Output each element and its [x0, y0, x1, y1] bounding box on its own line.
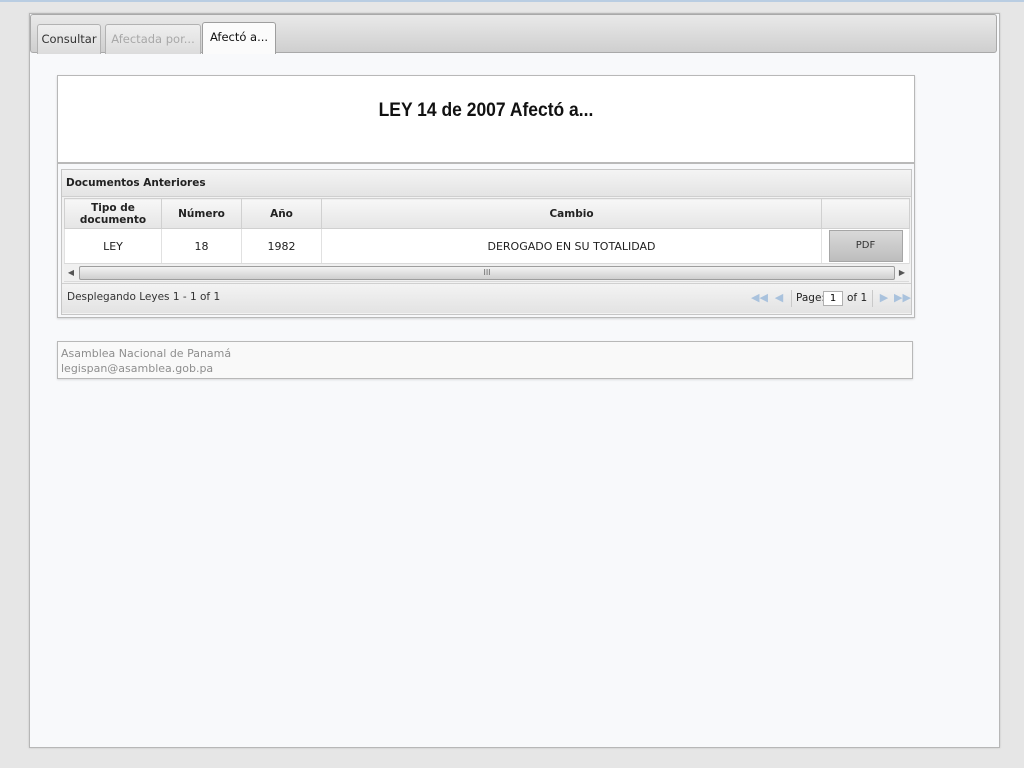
page-label: Page: [796, 292, 825, 304]
pdf-button[interactable]: PDF [828, 230, 903, 262]
scroll-left-arrow-icon[interactable]: ◀ [64, 264, 78, 281]
results-panel: LEY 14 de 2007 Afectó a... Documentos An… [57, 75, 915, 318]
first-page-icon[interactable]: ◀◀ [751, 290, 768, 306]
footer-organization: Asamblea Nacional de Panamá [61, 347, 232, 360]
column-header-numero[interactable]: Número [161, 198, 242, 229]
table-header-row: Tipo de documento Número Año Cambio [64, 198, 910, 229]
documents-grid-panel: Documentos Anteriores Tipo de documento … [61, 169, 912, 315]
tab-consultar[interactable]: Consultar [37, 24, 101, 54]
window-top-border [0, 0, 1024, 2]
pagination-toolbar: Desplegando Leyes 1 - 1 of 1 ◀◀ ◀ Page: … [62, 283, 911, 313]
tab-afecto-a[interactable]: Afectó a... [202, 22, 276, 54]
column-header-action [821, 198, 910, 229]
cell-action: PDF [821, 228, 910, 264]
pagination-info: Desplegando Leyes 1 - 1 of 1 [67, 291, 221, 303]
cell-cambio: DEROGADO EN SU TOTALIDAD [321, 228, 822, 264]
last-page-icon[interactable]: ▶▶ [894, 290, 911, 306]
page-title: LEY 14 de 2007 Afectó a... [378, 100, 594, 121]
page-number-input[interactable] [823, 291, 843, 306]
tab-afectada-por: Afectada por... [105, 24, 201, 54]
column-header-tipo[interactable]: Tipo de documento [64, 198, 162, 229]
documents-table: Tipo de documento Número Año Cambio LEY … [64, 198, 910, 264]
next-page-icon[interactable]: ▶ [876, 290, 892, 306]
horizontal-scrollbar[interactable]: ◀ III ▶ [64, 263, 909, 282]
column-header-cambio[interactable]: Cambio [321, 198, 822, 229]
footer-box: Asamblea Nacional de Panamá legispan@asa… [57, 341, 913, 379]
page-total-label: of 1 [847, 292, 868, 304]
title-box: LEY 14 de 2007 Afectó a... [58, 76, 914, 164]
prev-page-icon[interactable]: ◀ [771, 290, 787, 306]
scroll-thumb[interactable]: III [79, 266, 895, 280]
column-header-anio[interactable]: Año [241, 198, 322, 229]
footer-email: legispan@asamblea.gob.pa [61, 362, 214, 375]
pager-separator [791, 290, 792, 307]
cell-numero: 18 [161, 228, 242, 264]
pager-separator [872, 290, 873, 307]
scroll-right-arrow-icon[interactable]: ▶ [895, 264, 909, 281]
grid-title: Documentos Anteriores [62, 170, 911, 197]
tab-bar: Consultar Afectada por... Afectó a... [30, 14, 997, 54]
cell-anio: 1982 [241, 228, 322, 264]
cell-tipo: LEY [64, 228, 162, 264]
tab-panel: Consultar Afectada por... Afectó a... LE… [29, 13, 1000, 748]
table-row[interactable]: LEY 18 1982 DEROGADO EN SU TOTALIDAD PDF [64, 228, 910, 264]
